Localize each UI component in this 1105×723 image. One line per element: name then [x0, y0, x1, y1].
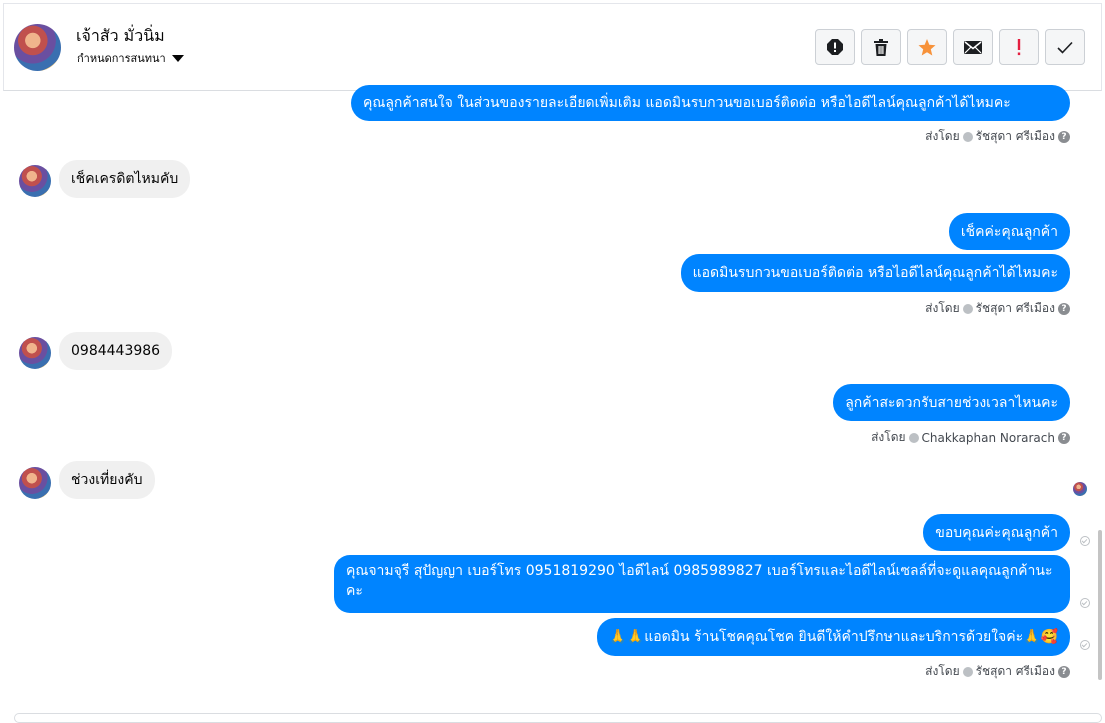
mark-spam-button[interactable]: [815, 29, 855, 65]
contact-name[interactable]: เจ้าสัว มั่วนิ่ม: [76, 24, 165, 49]
help-icon[interactable]: ?: [1058, 665, 1070, 678]
contact-avatar[interactable]: [14, 24, 61, 71]
sender-name: รัชสุดา ศรีเมือง: [975, 664, 1055, 678]
outgoing-message: 🙏🙏แอดมิน ร้านโชคคุณโชค ยินดีให้คำปรึกษาแ…: [597, 618, 1070, 656]
outgoing-message: เช็คค่ะคุณลูกค้า: [948, 213, 1070, 250]
message-text: คุณลูกค้าสนใจ ในส่วนของรายละเอียดเพิ่มเต…: [363, 95, 1011, 111]
caret-down-icon: [171, 55, 184, 62]
header-actions: [815, 29, 1085, 65]
contact-avatar-small: [19, 165, 51, 197]
help-icon[interactable]: ?: [1058, 431, 1070, 444]
sender-status-icon: [962, 131, 973, 142]
sender-status-icon: [962, 303, 973, 314]
alert-octagon-icon: [827, 39, 843, 55]
scrollbar-thumb[interactable]: [1098, 530, 1102, 680]
message-text: คุณจามจุรี สุปัญญา เบอร์โทร 0951819290 ไ…: [346, 563, 1053, 599]
message-text: 🙏🙏แอดมิน ร้านโชคคุณโชค ยินดีให้คำปรึกษาแ…: [609, 629, 1058, 645]
conversation-header: เจ้าสัว มั่วนิ่ม กำหนดการสนทนา: [3, 3, 1102, 91]
sent-by-label: ส่งโดย: [925, 129, 960, 143]
message-text: 0984443986: [71, 343, 161, 359]
message-text: ขอบคุณค่ะคุณลูกค้า: [935, 524, 1058, 541]
sent-by-info: ส่งโดย Chakkaphan Norarach ?: [871, 428, 1070, 447]
message-text: แอดมินรบกวนขอเบอร์ติดต่อ หรือไอดีไลน์คุณ…: [692, 265, 1058, 281]
incoming-message: ช่วงเที่ยงคับ: [59, 461, 155, 499]
mail-icon: [964, 40, 982, 54]
sender-status-icon: [908, 432, 919, 443]
mark-important-button[interactable]: [999, 29, 1039, 65]
incoming-message: เช็คเครดิตไหมคับ: [59, 160, 191, 198]
checkmark-icon: [1057, 41, 1073, 54]
outgoing-message: แอดมินรบกวนขอเบอร์ติดต่อ หรือไอดีไลน์คุณ…: [680, 254, 1070, 292]
delivered-check-icon: [1080, 640, 1090, 650]
conversation-schedule-dropdown[interactable]: กำหนดการสนทนา: [77, 49, 184, 67]
mark-unread-button[interactable]: [953, 29, 993, 65]
contact-avatar-small: [19, 467, 51, 499]
outgoing-message: คุณลูกค้าสนใจ ในส่วนของรายละเอียดเพิ่มเต…: [351, 85, 1070, 121]
star-button[interactable]: [907, 29, 947, 65]
sender-status-icon: [962, 666, 973, 677]
exclamation-icon: [1017, 38, 1021, 55]
outgoing-message: ลูกค้าสะดวกรับสายช่วงเวลาไหนคะ: [833, 384, 1070, 421]
message-text: เช็คเครดิตไหมคับ: [71, 171, 179, 187]
contact-avatar-small: [19, 337, 51, 369]
sent-by-label: ส่งโดย: [925, 301, 960, 315]
message-text: ช่วงเที่ยงคับ: [71, 472, 143, 488]
delivered-check-icon: [1080, 536, 1090, 546]
sent-by-info: ส่งโดย รัชสุดา ศรีเมือง ?: [925, 299, 1070, 318]
sent-by-label: ส่งโดย: [871, 430, 906, 444]
sender-name: Chakkaphan Norarach: [921, 430, 1055, 445]
outgoing-message: ขอบคุณค่ะคุณลูกค้า: [923, 514, 1070, 551]
star-icon: [918, 38, 936, 55]
sender-name: รัชสุดา ศรีเมือง: [975, 301, 1055, 315]
help-icon[interactable]: ?: [1058, 130, 1070, 143]
sent-by-label: ส่งโดย: [925, 664, 960, 678]
incoming-message: 0984443986: [59, 332, 173, 370]
seen-avatar: [1073, 482, 1087, 496]
message-text: เช็คค่ะคุณลูกค้า: [960, 223, 1058, 240]
sent-by-info: ส่งโดย รัชสุดา ศรีเมือง ?: [925, 127, 1070, 146]
mark-done-button[interactable]: [1045, 29, 1085, 65]
message-composer[interactable]: [14, 713, 1102, 723]
delete-button[interactable]: [861, 29, 901, 65]
delivered-check-icon: [1080, 598, 1090, 608]
outgoing-message: คุณจามจุรี สุปัญญา เบอร์โทร 0951819290 ไ…: [334, 555, 1070, 613]
trash-icon: [874, 38, 888, 56]
help-icon[interactable]: ?: [1058, 302, 1070, 315]
sender-name: รัชสุดา ศรีเมือง: [975, 129, 1055, 143]
sent-by-info: ส่งโดย รัชสุดา ศรีเมือง ?: [925, 662, 1070, 681]
schedule-label: กำหนดการสนทนา: [77, 52, 166, 65]
message-text: ลูกค้าสะดวกรับสายช่วงเวลาไหนคะ: [845, 394, 1058, 411]
